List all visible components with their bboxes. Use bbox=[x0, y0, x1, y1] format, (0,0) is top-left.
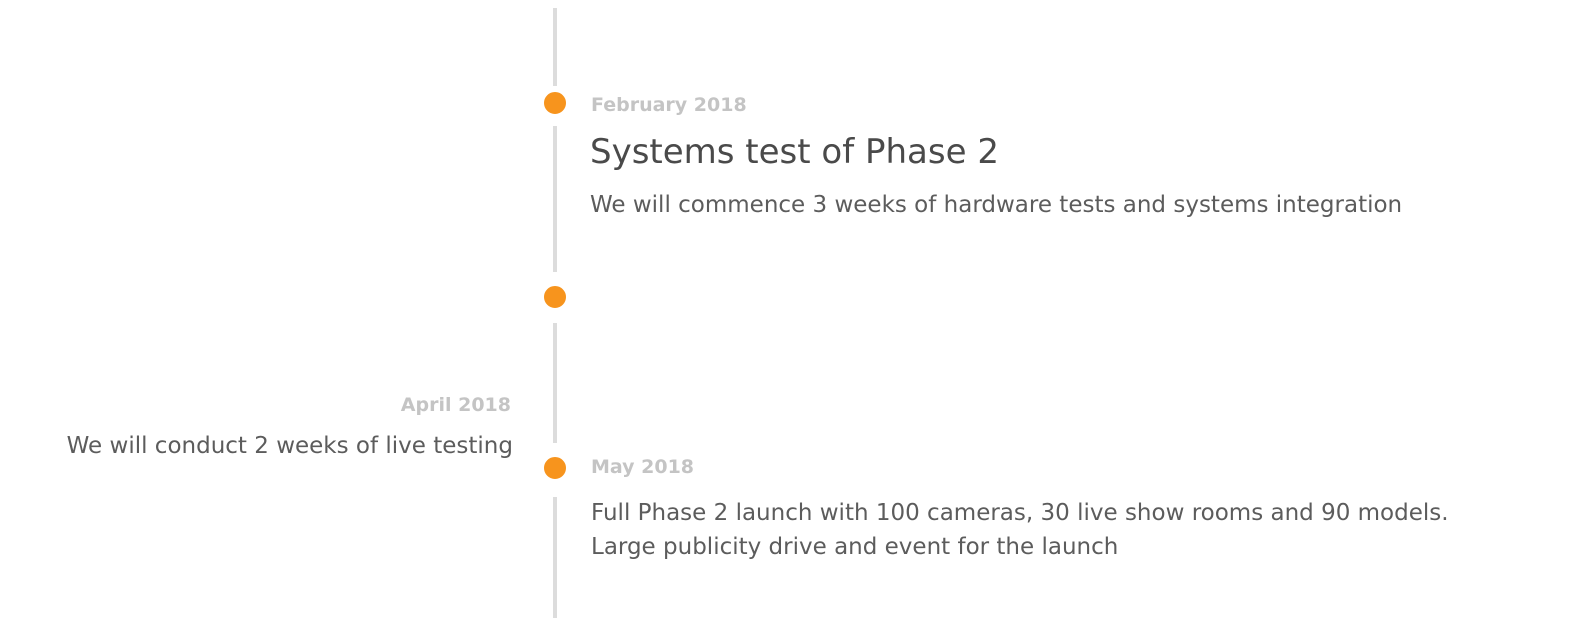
event-3-date: April 2018 bbox=[400, 394, 511, 416]
timeline-marker-4 bbox=[541, 454, 569, 482]
timeline-line-segment bbox=[553, 497, 557, 618]
timeline-line-segment bbox=[553, 8, 557, 86]
event-1-date: February 2018 bbox=[591, 94, 747, 116]
event-1-title: Systems test of Phase 2 bbox=[590, 132, 999, 172]
timeline-marker-1 bbox=[541, 89, 569, 117]
timeline-line-segment bbox=[553, 126, 557, 272]
timeline-marker-2 bbox=[541, 283, 569, 311]
event-4-description-line-2: Large publicity drive and event for the … bbox=[591, 534, 1119, 560]
timeline-line-segment bbox=[553, 323, 557, 443]
event-1-description: We will commence 3 weeks of hardware tes… bbox=[590, 192, 1403, 218]
event-3-description: We will conduct 2 weeks of live testing bbox=[66, 433, 513, 459]
event-4-date: May 2018 bbox=[591, 456, 695, 478]
event-4-description-line-1: Full Phase 2 launch with 100 cameras, 30… bbox=[591, 500, 1449, 526]
